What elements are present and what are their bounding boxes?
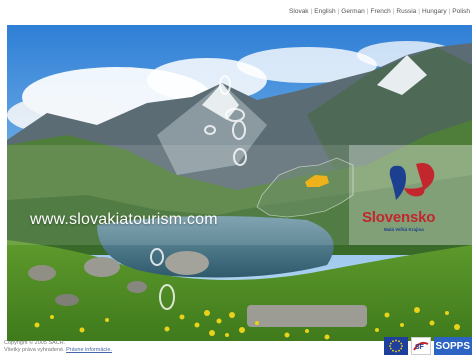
rights-line: Všetky práva vyhradené. Právne informáci…	[4, 347, 112, 354]
brand-slogan: Malá Veľká Krajina	[384, 227, 424, 232]
language-link-english[interactable]: English	[314, 8, 335, 15]
sf-logo-icon[interactable]: SF	[410, 337, 431, 355]
sf-label: SF	[415, 344, 425, 351]
footer-copyright: Copyright © 2005 SACR. Všetky práva vyhr…	[4, 340, 112, 354]
eu-flag-icon[interactable]	[383, 337, 408, 355]
language-link-russia[interactable]: Russia	[396, 8, 416, 15]
sf-mark-icon: SF	[412, 341, 428, 351]
eu-stars-icon	[388, 339, 403, 353]
site-url-text[interactable]: www.slovakiatourism.com	[30, 211, 218, 229]
language-link-german[interactable]: German	[341, 8, 364, 15]
language-link-polish[interactable]: Polish	[452, 8, 470, 15]
brand-name: Slovensko	[362, 209, 436, 226]
sopsp-logo[interactable]: SOPPS	[433, 337, 472, 355]
slovensko-logo-icon	[389, 163, 435, 200]
language-link-hungary[interactable]: Hungary	[422, 8, 447, 15]
rights-text: Všetky práva vyhradené.	[4, 347, 65, 353]
language-bar: Slovak | English | German | French | Russia | Hung…	[289, 8, 470, 15]
legal-info-link[interactable]: Právne informácie.	[66, 347, 112, 353]
language-link-slovak[interactable]: Slovak	[289, 8, 309, 15]
footer-logos: SF SOPPS	[383, 336, 472, 356]
language-link-french[interactable]: French	[370, 8, 390, 15]
copyright-text: Copyright © 2005 SACR.	[4, 340, 66, 346]
